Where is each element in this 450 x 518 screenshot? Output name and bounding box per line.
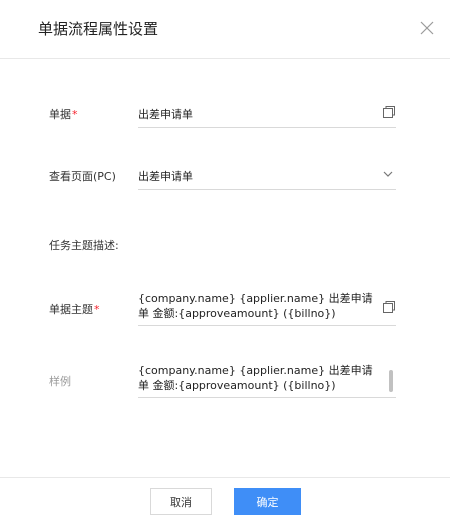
dialog-header: 单据流程属性设置	[0, 0, 450, 59]
bill-subject-label-text: 单据主题	[49, 303, 93, 316]
sample-label: 样例	[49, 375, 71, 388]
copy-icon[interactable]	[382, 300, 396, 314]
scrollbar[interactable]	[389, 370, 393, 392]
bill-label: 单据*	[49, 106, 78, 122]
bill-field[interactable]: 出差申请单	[138, 97, 396, 128]
dialog-title: 单据流程属性设置	[38, 20, 159, 38]
view-page-select[interactable]: 出差申请单	[138, 159, 396, 190]
bill-value: 出差申请单	[138, 108, 193, 121]
view-page-value: 出差申请单	[138, 170, 193, 183]
bill-subject-label: 单据主题*	[49, 301, 100, 317]
sample-text: {company.name} {applier.name} 出差申请单 金额:{…	[138, 363, 396, 398]
sample-value: {company.name} {applier.name} 出差申请单 金额:{…	[138, 364, 373, 392]
cancel-button[interactable]: 取消	[150, 488, 212, 515]
ok-button[interactable]: 确定	[234, 488, 301, 515]
close-icon[interactable]	[416, 17, 438, 39]
required-mark: *	[72, 108, 78, 121]
required-mark: *	[94, 303, 100, 316]
bill-subject-input[interactable]: {company.name} {applier.name} 出差申请单 金额:{…	[138, 291, 396, 326]
dialog-footer: 取消 确定	[0, 477, 450, 518]
chevron-down-icon[interactable]	[382, 169, 394, 179]
task-description-label: 任务主题描述:	[49, 239, 119, 252]
copy-icon[interactable]	[382, 105, 396, 119]
bill-label-text: 单据	[49, 108, 71, 121]
view-page-label: 查看页面(PC)	[49, 170, 116, 183]
bill-subject-value: {company.name} {applier.name} 出差申请单 金额:{…	[138, 292, 373, 320]
dialog: 单据流程属性设置 单据* 出差申请单 查看页面(PC) 出差申请单 任务主题描述…	[0, 0, 450, 517]
